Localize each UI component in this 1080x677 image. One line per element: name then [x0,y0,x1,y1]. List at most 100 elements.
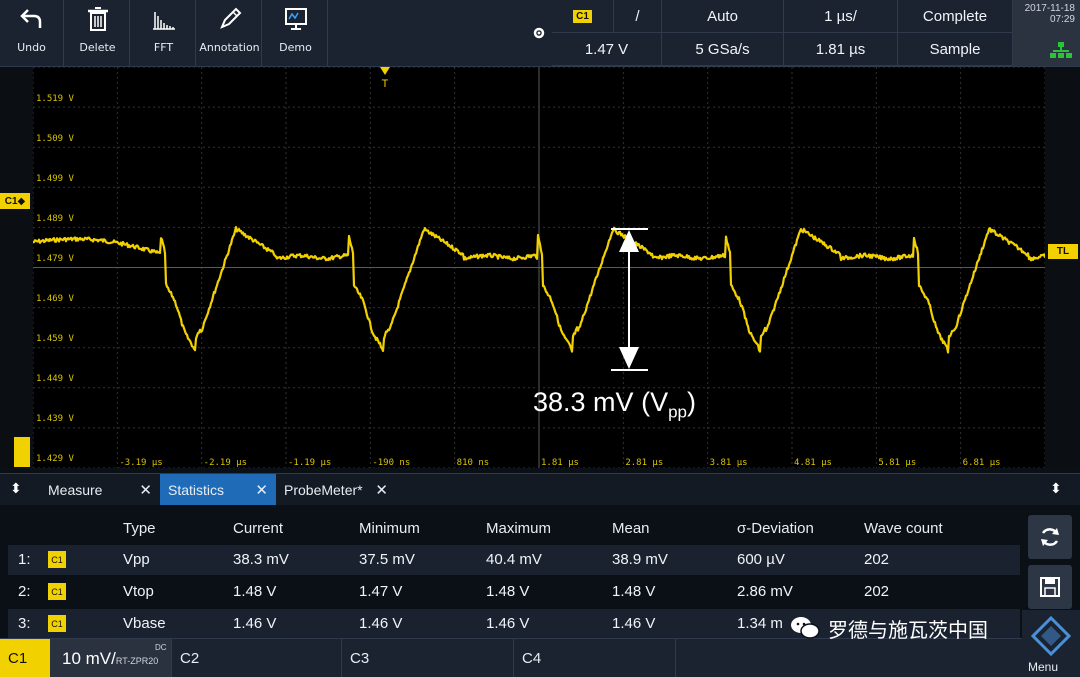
tab-probemeter-close-icon[interactable]: ✕ [375,481,388,499]
demo-button[interactable]: Demo [264,0,328,66]
refresh-icon [1041,528,1059,546]
trigger-level-marker[interactable]: TL [1048,244,1078,259]
x-tick-label: -2.19 µs [203,458,248,468]
delete-button[interactable]: Delete [66,0,130,66]
vpp-close: ) [687,387,696,417]
right-gutter [1045,67,1080,468]
row-channel-badge: C1 [48,583,66,600]
date-time-display: 2017-11-18 07:29 [1013,0,1080,66]
tab-measure[interactable]: Measure ✕ [40,474,160,506]
save-statistics-button[interactable] [1028,565,1072,609]
tab-measure-label: Measure [48,482,103,498]
x-tick-label: 810 ns [456,458,490,468]
pen-icon [219,7,241,29]
channel-1-probe: RT-ZPR20 [115,656,159,666]
trigger-level[interactable]: 1.47 V [552,33,662,66]
fft-icon [152,12,175,30]
table-row[interactable]: 2: C1 Vtop 1.48 V 1.47 V 1.48 V 1.48 V 2… [8,577,1020,607]
trigger-mode[interactable]: Auto [662,0,784,33]
gear-icon [533,27,545,39]
tab-statistics[interactable]: Statistics ✕ [160,474,276,506]
trigger-slope[interactable]: / [614,0,662,33]
save-icon [1040,577,1060,597]
trigger-marker-label: T [382,78,389,90]
vpp-measurement-label: 38.3 mV (Vpp) [533,387,696,422]
y-tick-label: 1.469 V [36,294,74,304]
settings-gear-button[interactable] [528,0,550,66]
y-tick-label: 1.499 V [36,174,74,184]
network-icon [1050,42,1072,58]
header-minimum: Minimum [359,520,420,537]
acquisition-state[interactable]: Complete [898,0,1013,33]
channel-offset-marker[interactable]: C1 ◆ [0,193,30,209]
row-maximum: 1.46 V [486,615,530,632]
waveform-display[interactable]: T 1.519 V 1.509 V 1.499 V 1.489 V 1.479 V 1.4… [33,67,1045,468]
row-maximum: 40.4 mV [486,551,542,568]
reset-statistics-button[interactable] [1028,515,1072,559]
menu-label: Menu [1028,660,1059,674]
x-tick-label: 6.81 µs [962,458,1001,468]
x-tick-label: 4.81 µs [794,458,832,468]
channel-1-button[interactable]: C1 10 mV/RT-ZPR20 DC [0,639,172,677]
channel-4-name: C4 [522,650,542,667]
row-sigma: 2.86 mV [737,583,793,600]
expand-up-down-icon[interactable]: ⬍ [10,480,30,500]
result-tab-bar: ⬍ Measure ✕ Statistics ✕ ProbeMeter* ✕ ⬍ [0,473,1080,506]
sample-rate[interactable]: 5 GSa/s [662,33,784,66]
annotation-label: Annotation [199,41,260,54]
fft-button[interactable]: FFT [132,0,196,66]
vpp-measurement-arrow [611,228,648,371]
y-tick-label: 1.479 V [36,254,74,264]
x-tick-label: -3.19 µs [119,458,163,468]
channel-4-button[interactable]: C4 [514,639,676,677]
x-tick-label: 3.81 µs [709,458,748,468]
watermark-text: 罗德与施瓦茨中国 [828,617,988,642]
x-tick-label: -190 ns [372,458,411,468]
x-tick-label: 5.81 µs [878,458,917,468]
tab-measure-close-icon[interactable]: ✕ [139,481,152,499]
row-type: Vbase [123,615,166,632]
row-index: 3: [18,615,31,632]
header-mean: Mean [612,520,650,537]
panel-resize-icon[interactable]: ⬍ [1050,480,1070,500]
row-mean: 38.9 mV [612,551,668,568]
row-index: 1: [18,551,31,568]
table-row[interactable]: 1: C1 Vpp 38.3 mV 37.5 mV 40.4 mV 38.9 m… [8,545,1020,575]
y-tick-label: 1.489 V [36,214,74,224]
trash-icon [87,7,108,31]
row-current: 38.3 mV [233,551,289,568]
channel-2-button[interactable]: C2 [172,639,342,677]
channel-1-name: C1 [8,650,28,667]
tab-statistics-close-icon[interactable]: ✕ [255,481,268,499]
annotation-button[interactable]: Annotation [198,0,262,66]
undo-icon [19,9,41,28]
row-channel-badge: C1 [48,551,66,568]
row-minimum: 1.47 V [359,583,403,600]
channel-1-coupling: DC [155,643,167,652]
y-tick-label: 1.459 V [36,334,74,344]
menu-button[interactable]: Menu [1022,610,1080,677]
tab-probemeter[interactable]: ProbeMeter* ✕ [276,474,396,506]
row-wave-count: 202 [864,551,890,568]
tab-probemeter-label: ProbeMeter* [284,482,363,498]
row-minimum: 1.46 V [359,615,403,632]
acquisition-mode[interactable]: Sample [898,33,1013,66]
vpp-open: (V [641,387,669,417]
trigger-channel-badge: C1 [573,9,592,23]
delete-label: Delete [79,41,116,54]
row-sigma: 600 µV [737,551,785,568]
rohde-schwarz-logo-icon [1031,616,1071,656]
row-type: Vtop [123,583,154,600]
time-text: 07:29 [1049,14,1075,25]
wechat-watermark: 罗德与施瓦茨中国 [790,608,988,648]
channel-ground-marker[interactable] [14,437,30,467]
undo-label: Undo [17,41,46,54]
horizontal-position[interactable]: 1.81 µs [784,33,898,66]
trigger-position-marker[interactable]: T [380,67,390,90]
channel-3-button[interactable]: C3 [342,639,514,677]
trigger-source[interactable]: C1 [552,0,614,33]
undo-button[interactable]: Undo [0,0,64,66]
y-tick-label: 1.509 V [36,134,74,144]
row-index: 2: [18,583,31,600]
timebase-scale[interactable]: 1 µs/ [784,0,898,33]
